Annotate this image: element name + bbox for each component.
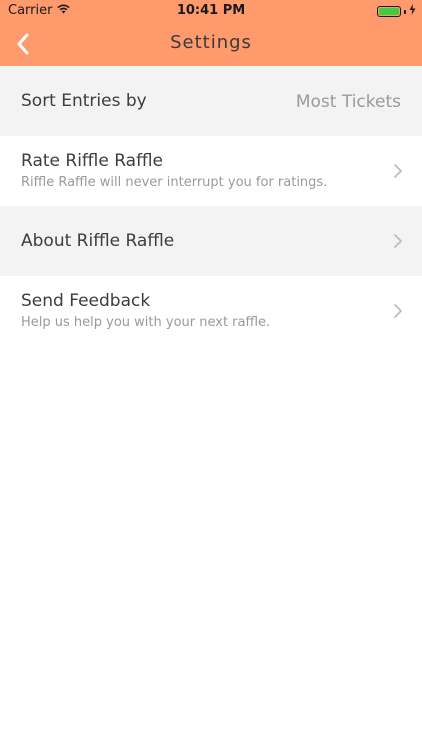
about-row[interactable]: About Riffle Raffle xyxy=(0,206,422,276)
charging-bolt-icon xyxy=(409,4,416,19)
status-right xyxy=(377,4,416,19)
sort-entries-value: Most Tickets xyxy=(295,92,401,112)
chevron-right-icon xyxy=(394,234,402,248)
page-title: Settings xyxy=(170,32,252,53)
nav-bar: Settings xyxy=(0,22,422,66)
feedback-subtitle: Help us help you with your next raffle. xyxy=(21,315,271,330)
rate-row[interactable]: Rate Riffle Raffle Riffle Raffle will ne… xyxy=(0,136,422,206)
header: Carrier 10:41 PM Settings xyxy=(0,0,422,66)
battery-tip xyxy=(404,9,406,14)
sort-entries-row[interactable]: Sort Entries by Most Tickets xyxy=(0,66,422,136)
chevron-right-icon xyxy=(394,164,402,178)
battery-fill xyxy=(379,8,399,15)
rate-title: Rate Riffle Raffle xyxy=(21,151,163,171)
feedback-title: Send Feedback xyxy=(21,291,151,311)
battery-icon xyxy=(377,6,401,17)
feedback-row[interactable]: Send Feedback Help us help you with your… xyxy=(0,276,422,346)
status-bar: Carrier 10:41 PM xyxy=(0,0,422,22)
status-time: 10:41 PM xyxy=(176,3,246,18)
about-title: About Riffle Raffle xyxy=(21,231,175,251)
rate-subtitle: Riffle Raffle will never interrupt you f… xyxy=(21,175,328,190)
chevron-right-icon xyxy=(394,304,402,318)
